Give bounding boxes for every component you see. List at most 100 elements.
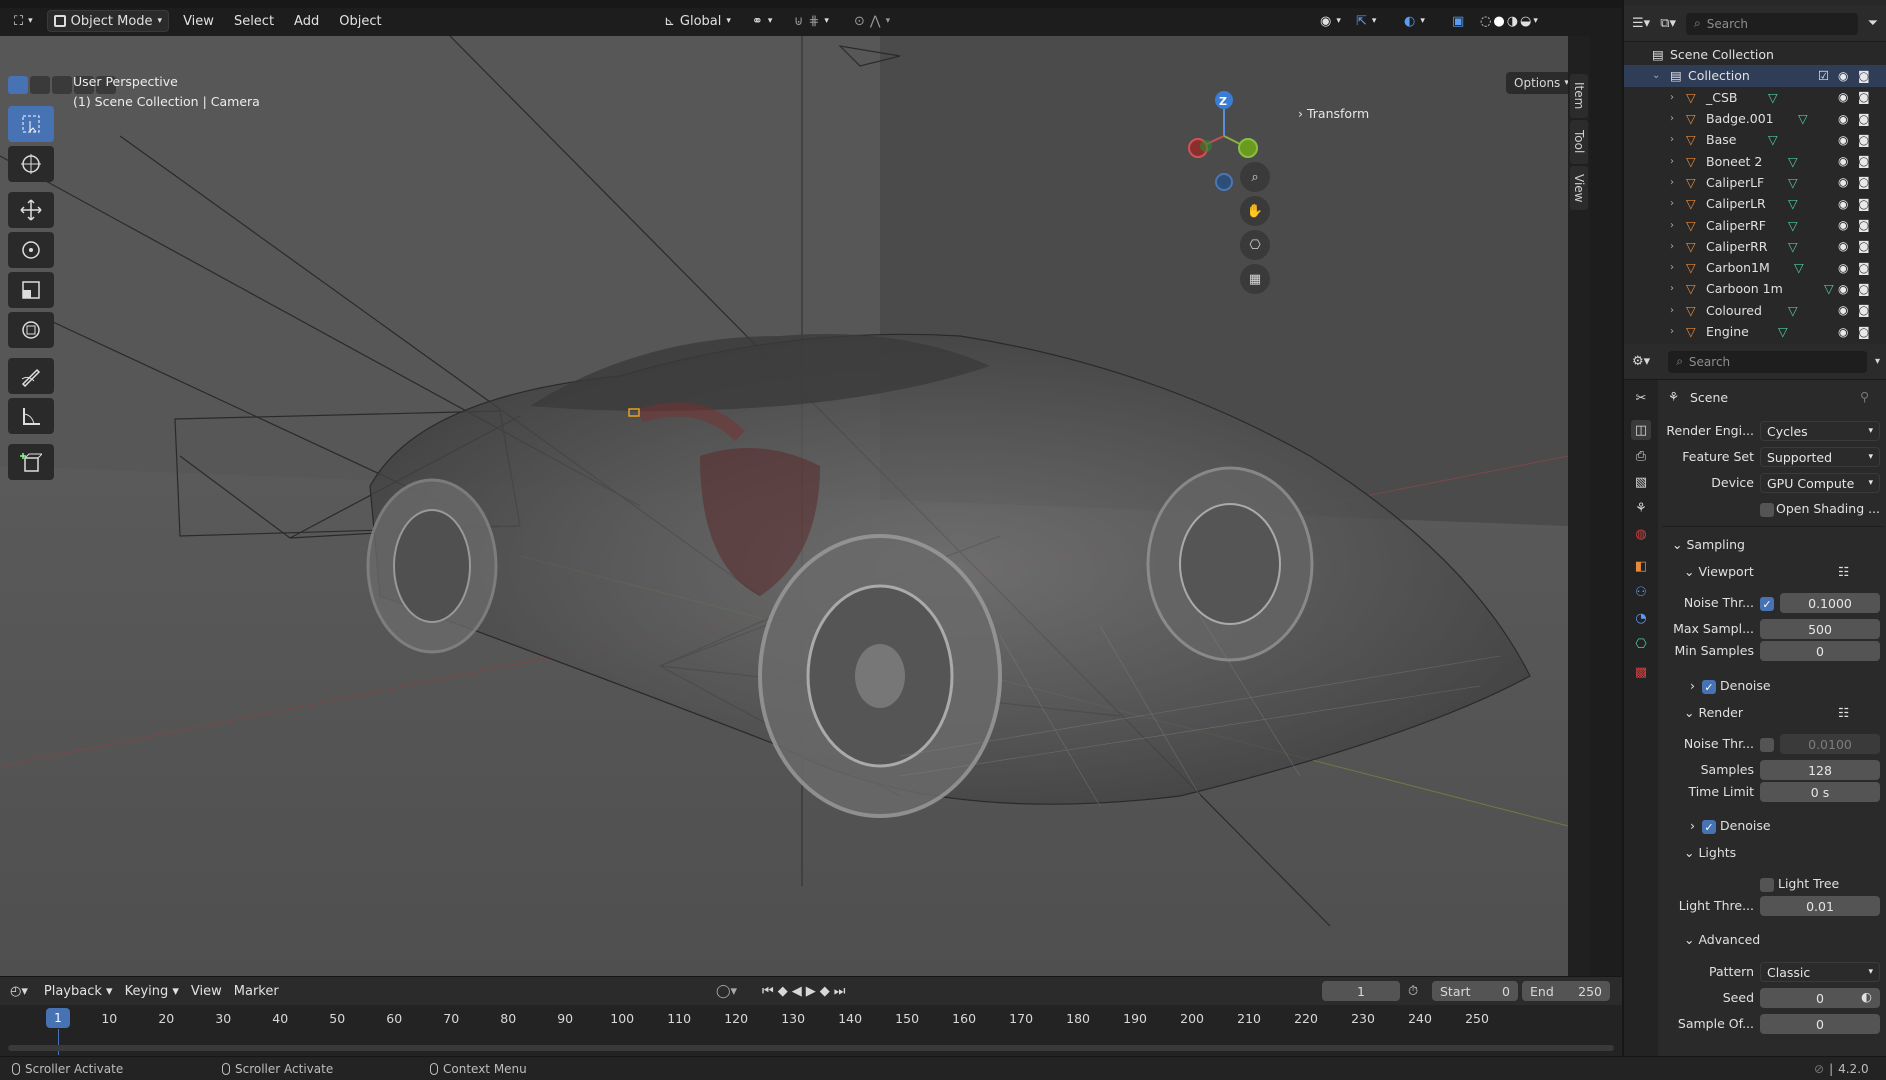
render-camera-icon[interactable]: ◙ [1858, 218, 1870, 232]
scale-tool[interactable] [8, 272, 54, 308]
list-icon[interactable]: ☷ [1838, 564, 1849, 579]
clock-icon[interactable]: ◐ [1861, 989, 1872, 1004]
rotate-tool[interactable] [8, 232, 54, 268]
render-camera-icon[interactable]: ◙ [1858, 261, 1870, 275]
mesh-data-icon[interactable]: ▽ [1798, 111, 1808, 126]
next-keyframe-icon[interactable]: ◆ [820, 984, 834, 999]
chevron-right-icon[interactable]: › [1670, 198, 1674, 209]
mesh-data-icon[interactable]: ▽ [1788, 175, 1798, 190]
mesh-data-icon[interactable]: ▽ [1788, 196, 1798, 211]
tab-tool[interactable]: Tool [1570, 120, 1588, 164]
material-shading-icon[interactable]: ◑ [1507, 14, 1518, 29]
menu-select[interactable]: Select [228, 14, 280, 29]
mesh-data-icon[interactable]: ▽ [1794, 260, 1804, 275]
outliner-object-row[interactable]: › ▽ Engine ▽ ◉ ◙ [1624, 321, 1886, 342]
light-threshold-field[interactable]: 0.01 [1760, 896, 1880, 916]
modifiers-tab-icon[interactable]: ⚇ [1631, 582, 1651, 602]
current-frame-indicator[interactable]: 1 [46, 1008, 70, 1028]
menu-view[interactable]: View [177, 14, 220, 29]
scene-collection-row[interactable]: ▤ Scene Collection [1624, 44, 1886, 65]
chevron-right-icon[interactable]: › [1690, 818, 1695, 833]
render-camera-icon[interactable]: ◙ [1858, 112, 1870, 126]
snap-button[interactable]: ⊍ ⋕ ▾ [788, 10, 835, 32]
annotate-tool[interactable] [8, 358, 54, 394]
outliner-object-row[interactable]: › ▽ Badge.001 ▽ ◉ ◙ [1624, 108, 1886, 129]
cursor-tool[interactable] [8, 146, 54, 182]
editor-type-icon[interactable]: ◴▾ [10, 984, 28, 999]
record-icon[interactable]: ◯▾ [716, 984, 737, 999]
overlays-toggle[interactable]: ◐ ▾ [1398, 10, 1431, 32]
feature-set-dropdown[interactable]: Supported ▾ [1760, 447, 1880, 467]
render-camera-icon[interactable]: ◙ [1858, 69, 1870, 83]
eye-icon[interactable]: ◉ [1838, 325, 1848, 339]
ortho-toggle-button[interactable]: ▦ [1240, 264, 1270, 294]
list-icon[interactable]: ☷ [1838, 705, 1849, 720]
sampling-panel-header[interactable]: ⌄ Sampling [1672, 537, 1745, 552]
prev-keyframe-icon[interactable]: ◆ [778, 984, 792, 999]
render-camera-icon[interactable]: ◙ [1858, 154, 1870, 168]
outliner-object-row[interactable]: › ▽ Carboon 1m ▽ ◉ ◙ [1624, 278, 1886, 299]
eye-icon[interactable]: ◉ [1838, 303, 1848, 317]
open-shading-checkbox[interactable] [1760, 503, 1774, 517]
mesh-data-icon[interactable]: ▽ [1824, 281, 1834, 296]
menu-marker[interactable]: Marker [228, 984, 285, 999]
wireframe-shading-icon[interactable]: ◌ [1480, 14, 1491, 29]
properties-search-input[interactable]: ⌕ Search [1668, 350, 1867, 373]
mesh-data-icon[interactable]: ▽ [1768, 132, 1778, 147]
transform-tool[interactable] [8, 312, 54, 348]
pattern-dropdown[interactable]: Classic ▾ [1760, 962, 1880, 982]
render-camera-icon[interactable]: ◙ [1858, 175, 1870, 189]
eye-icon[interactable]: ◉ [1838, 69, 1848, 83]
stopwatch-icon[interactable]: ⏱ [1408, 984, 1418, 999]
advanced-subpanel-header[interactable]: ⌄ Advanced [1684, 932, 1760, 947]
outliner-object-row[interactable]: › ▽ _CSB ▽ ◉ ◙ [1624, 87, 1886, 108]
chevron-right-icon[interactable]: › [1670, 326, 1674, 337]
vp-max-samples-field[interactable]: 500 [1760, 619, 1880, 639]
render-engine-dropdown[interactable]: Cycles ▾ [1760, 421, 1880, 441]
timeline-ruler[interactable]: 1 10 20 30 40 50 60 70 80 90 100 110 120 130 140 150 160… [0, 1005, 1622, 1055]
mesh-data-icon[interactable]: ▽ [1768, 90, 1778, 105]
mesh-data-icon[interactable]: ▽ [1788, 154, 1798, 169]
chevron-right-icon[interactable]: › [1670, 262, 1674, 273]
collection-row[interactable]: ⌄ ▤ Collection ☑ ◉ ◙ [1624, 65, 1886, 87]
lights-subpanel-header[interactable]: ⌄ Lights [1684, 845, 1736, 860]
pivot-point-button[interactable]: ⚭ ▾ [746, 10, 778, 32]
eye-icon[interactable]: ◉ [1838, 90, 1848, 104]
render-tab-icon[interactable]: ◫ [1631, 420, 1651, 440]
outliner-object-row[interactable]: › ▽ Carbon1M ▽ ◉ ◙ [1624, 257, 1886, 278]
eye-icon[interactable]: ◉ [1838, 112, 1848, 126]
editor-type-icon[interactable]: ⚙▾ [1632, 354, 1650, 369]
xray-toggle[interactable]: ▣ [1446, 10, 1470, 32]
menu-add[interactable]: Add [288, 14, 325, 29]
outliner-object-row[interactable]: › ▽ Boneet 2 ▽ ◉ ◙ [1624, 150, 1886, 171]
render-camera-icon[interactable]: ◙ [1858, 197, 1870, 211]
render-camera-icon[interactable]: ◙ [1858, 90, 1870, 104]
jump-end-icon[interactable]: ⏭ [834, 984, 850, 999]
eye-icon[interactable]: ◉ [1838, 175, 1848, 189]
render-camera-icon[interactable]: ◙ [1858, 133, 1870, 147]
pin-icon[interactable]: ⚲ [1860, 389, 1869, 404]
menu-playback[interactable]: Playback ▾ [38, 984, 119, 999]
select-subtract-button[interactable] [52, 76, 72, 94]
rendered-shading-icon[interactable]: ◒ [1520, 14, 1531, 29]
scene-tab-icon[interactable]: ⚘ [1631, 498, 1651, 518]
vp-denoise-checkbox[interactable]: ✓ [1702, 680, 1716, 694]
chevron-right-icon[interactable]: › [1670, 113, 1674, 124]
view-layer-tab-icon[interactable]: ▧ [1631, 472, 1651, 492]
menu-object[interactable]: Object [333, 14, 387, 29]
move-tool[interactable] [8, 192, 54, 228]
outliner-object-row[interactable]: › ▽ Coloured ▽ ◉ ◙ [1624, 300, 1886, 321]
menu-keying[interactable]: Keying ▾ [119, 984, 185, 999]
render-camera-icon[interactable]: ◙ [1858, 239, 1870, 253]
r-samples-field[interactable]: 128 [1760, 760, 1880, 780]
output-tab-icon[interactable]: ⎙ [1631, 446, 1651, 466]
device-dropdown[interactable]: GPU Compute ▾ [1760, 473, 1880, 493]
mesh-data-icon[interactable]: ▽ [1788, 303, 1798, 318]
chevron-right-icon[interactable]: › [1690, 678, 1695, 693]
outliner-object-row[interactable]: › ▽ CaliperRF ▽ ◉ ◙ [1624, 214, 1886, 235]
visibility-button[interactable]: ◉ ▾ [1314, 10, 1347, 32]
outliner-object-row[interactable]: › ▽ Base ▽ ◉ ◙ [1624, 129, 1886, 150]
texture-tab-icon[interactable]: ▩ [1631, 662, 1651, 682]
transform-orientation-dropdown[interactable]: ⊾ Global ▾ [658, 10, 737, 32]
select-box-tool[interactable] [8, 106, 54, 142]
